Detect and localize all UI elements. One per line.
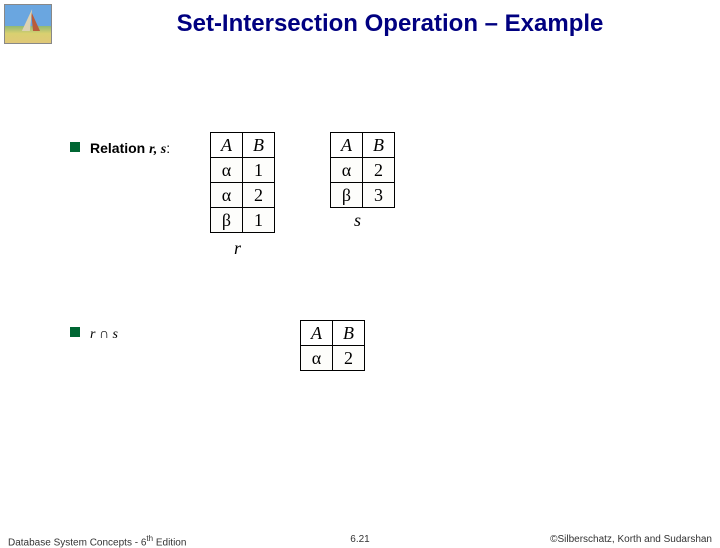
table-header: A — [331, 133, 363, 158]
table-cell: α — [301, 346, 333, 371]
table-r-caption: r — [234, 238, 241, 259]
table-header: B — [363, 133, 395, 158]
table-cell: α — [211, 158, 243, 183]
table-cell: 2 — [243, 183, 275, 208]
table-header: A — [301, 321, 333, 346]
bullet1-vars: r, s — [149, 142, 166, 157]
table-cell: 2 — [363, 158, 395, 183]
bullet-icon — [70, 327, 80, 337]
table-cell: β — [331, 183, 363, 208]
table-cell: 3 — [363, 183, 395, 208]
table-cell: β — [211, 208, 243, 233]
bullet-icon — [70, 142, 80, 152]
bullet1-label: Relation — [90, 140, 149, 156]
table-header: B — [333, 321, 365, 346]
bullet-relation: Relation r, s: — [70, 140, 170, 158]
bullet1-suffix: : — [166, 140, 170, 156]
table-cell: α — [211, 183, 243, 208]
table-s: A B α 2 β 3 — [330, 132, 395, 208]
table-result: A B α 2 — [300, 320, 365, 371]
bullet2-expr: r ∩ s — [90, 327, 118, 342]
table-cell: 2 — [333, 346, 365, 371]
table-cell: α — [331, 158, 363, 183]
table-cell: 1 — [243, 208, 275, 233]
table-header: A — [211, 133, 243, 158]
table-header: B — [243, 133, 275, 158]
table-cell: 1 — [243, 158, 275, 183]
logo-image — [4, 4, 52, 44]
bullet-intersection: r ∩ s — [70, 325, 118, 343]
slide-title: Set-Intersection Operation – Example — [80, 10, 700, 38]
table-s-caption: s — [354, 210, 361, 231]
table-r: A B α 1 α 2 β 1 — [210, 132, 275, 233]
